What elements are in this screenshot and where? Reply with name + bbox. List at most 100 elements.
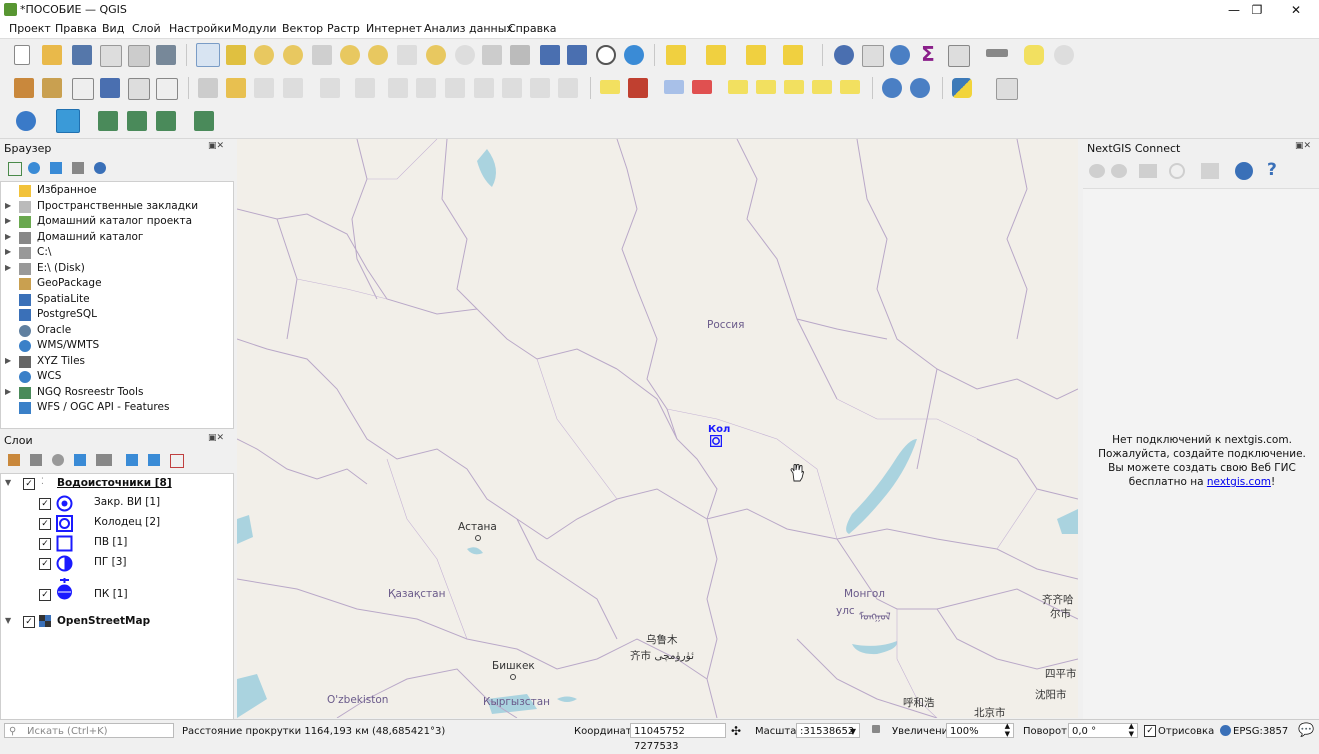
well-feature-marker-icon[interactable]	[710, 435, 722, 447]
measure-line-icon[interactable]	[986, 49, 1008, 57]
temporal-clock-icon[interactable]	[596, 45, 616, 65]
field-calculator-icon[interactable]	[948, 45, 970, 67]
user-account-icon[interactable]	[16, 111, 36, 131]
browser-item[interactable]: WMS/WMTS	[1, 339, 231, 354]
zoom-full-icon[interactable]	[312, 45, 332, 65]
label-pin-icon[interactable]	[692, 80, 712, 94]
new-spatialite-icon[interactable]	[100, 78, 120, 98]
vertex-tool-icon[interactable]	[320, 78, 340, 98]
delete-selected-icon[interactable]	[388, 78, 408, 98]
browser-item[interactable]: ▶ Домашний каталог	[1, 231, 231, 246]
connections-icon[interactable]	[1089, 164, 1105, 178]
collapse-arrow-icon[interactable]: ▼	[5, 478, 11, 487]
panel-float-close-icon[interactable]: ▣✕	[208, 141, 224, 151]
map-open-icon[interactable]	[1201, 163, 1219, 179]
label-abc-icon[interactable]	[600, 80, 620, 94]
zoom-native-icon[interactable]	[397, 45, 417, 65]
browser-item[interactable]: ▶ NGQ Rosreestr Tools	[1, 386, 231, 401]
new-geopackage-icon[interactable]	[42, 78, 62, 98]
coordinate-field[interactable]: 11045752 7277533	[630, 723, 726, 752]
redo-icon[interactable]	[530, 78, 550, 98]
layer-row[interactable]: ✓ ПВ [1]	[1, 535, 231, 552]
expand-all-icon[interactable]	[126, 454, 138, 466]
collapse-all-icon[interactable]	[72, 162, 84, 174]
save-project-icon[interactable]	[72, 45, 92, 65]
browser-item[interactable]: ▶ Пространственные закладки	[1, 200, 231, 215]
statistics-sigma-icon[interactable]: Σ	[918, 43, 938, 65]
filter-expression-icon[interactable]	[96, 454, 112, 466]
add-layer-network2-icon[interactable]	[127, 111, 147, 131]
print-layout-icon[interactable]	[100, 45, 122, 67]
open-project-icon[interactable]	[42, 45, 62, 65]
sync-arrows-icon[interactable]	[56, 109, 80, 133]
browser-item[interactable]: WCS	[1, 370, 231, 385]
collapse-all-icon[interactable]	[148, 454, 160, 466]
wfs-globe-icon[interactable]	[910, 78, 930, 98]
expand-arrow-icon[interactable]: ▶	[5, 356, 11, 365]
digitize-icon[interactable]	[283, 78, 303, 98]
new-map-view-icon[interactable]	[482, 45, 502, 65]
layer-checkbox[interactable]: ✓	[39, 538, 51, 550]
panel-float-close-icon[interactable]: ▣✕	[1295, 141, 1311, 151]
magnifier-field[interactable]: 100% ▲ ▼	[946, 722, 1014, 738]
layer-checkbox[interactable]: ✓	[39, 498, 51, 510]
browser-item[interactable]: ▶ C:\	[1, 246, 231, 261]
copy-features-icon[interactable]	[445, 78, 465, 98]
expand-arrow-icon[interactable]: ▶	[5, 216, 11, 225]
menu-view[interactable]: Вид	[102, 22, 124, 35]
layer-checkbox[interactable]: ✓	[39, 589, 51, 601]
add-layer-network3-icon[interactable]	[156, 111, 176, 131]
plugin-panel-icon[interactable]	[996, 78, 1018, 100]
filter-icon[interactable]	[74, 454, 86, 466]
menu-help[interactable]: Справка	[508, 22, 556, 35]
messages-icon[interactable]: 💬	[1298, 723, 1314, 738]
menu-plugins[interactable]: Модули	[232, 22, 277, 35]
menu-web[interactable]: Интернет	[366, 22, 422, 35]
wms-globe-icon[interactable]	[882, 78, 902, 98]
show-bookmarks-icon[interactable]	[567, 45, 587, 65]
zoom-layer-icon[interactable]	[368, 45, 388, 65]
new-bookmark-icon[interactable]	[540, 45, 560, 65]
browser-item[interactable]: GeoPackage	[1, 277, 231, 292]
style-manager-icon[interactable]	[156, 45, 176, 65]
gear-icon[interactable]	[890, 45, 910, 65]
layer-row[interactable]: ✓ ПГ [3]	[1, 555, 231, 572]
menu-edit[interactable]: Правка	[55, 22, 97, 35]
refresh-icon[interactable]	[1169, 163, 1185, 179]
zoom-in-icon[interactable]	[254, 45, 274, 65]
select-features-icon[interactable]	[666, 45, 686, 65]
add-layer-network-icon[interactable]	[98, 111, 118, 131]
render-checkbox[interactable]: ✓	[1144, 725, 1156, 737]
layout-manager-icon[interactable]	[128, 45, 150, 67]
pan-to-selection-icon[interactable]	[226, 45, 246, 65]
menu-layer[interactable]: Слой	[132, 22, 161, 35]
info-icon[interactable]	[94, 162, 106, 174]
save-edits-icon[interactable]	[254, 78, 274, 98]
nextgis-link[interactable]: nextgis.com	[1207, 476, 1271, 488]
spinner-arrows-icon[interactable]: ▲ ▼	[1005, 722, 1010, 738]
refresh-icon[interactable]	[28, 162, 40, 174]
zoom-selection-icon[interactable]	[340, 45, 360, 65]
refresh-icon[interactable]	[624, 45, 644, 65]
layer-row-osm[interactable]: ▼ ✓ OpenStreetMap	[1, 615, 231, 630]
data-source-manager-icon[interactable]	[14, 78, 34, 98]
map-tips-icon[interactable]	[1024, 45, 1044, 65]
deselect-icon[interactable]	[746, 45, 766, 65]
collapse-arrow-icon[interactable]: ▼	[5, 616, 11, 625]
add-group-icon[interactable]	[30, 454, 42, 466]
new-project-icon[interactable]	[14, 45, 30, 65]
zoom-out-icon[interactable]	[283, 45, 303, 65]
undo-icon[interactable]	[502, 78, 522, 98]
layer-row[interactable]: ✓ Закр. ВИ [1]	[1, 495, 231, 512]
layer-checkbox[interactable]: ✓	[39, 518, 51, 530]
new-group-folder-icon[interactable]	[1139, 164, 1157, 178]
menu-settings[interactable]: Настройки	[169, 22, 231, 35]
new-3d-view-icon[interactable]	[510, 45, 530, 65]
menu-raster[interactable]: Растр	[327, 22, 360, 35]
rotation-field[interactable]: 0,0 ° ▲ ▼	[1068, 722, 1138, 738]
locator-search-input[interactable]: ⚲ Искать (Ctrl+K)	[4, 723, 174, 738]
expand-arrow-icon[interactable]: ▶	[5, 263, 11, 272]
layer-group-row[interactable]: ▼ ✓ ⁚ Водоисточники [8]	[1, 477, 231, 492]
add-selected-icon[interactable]	[8, 162, 22, 176]
expand-arrow-icon[interactable]: ▶	[5, 247, 11, 256]
